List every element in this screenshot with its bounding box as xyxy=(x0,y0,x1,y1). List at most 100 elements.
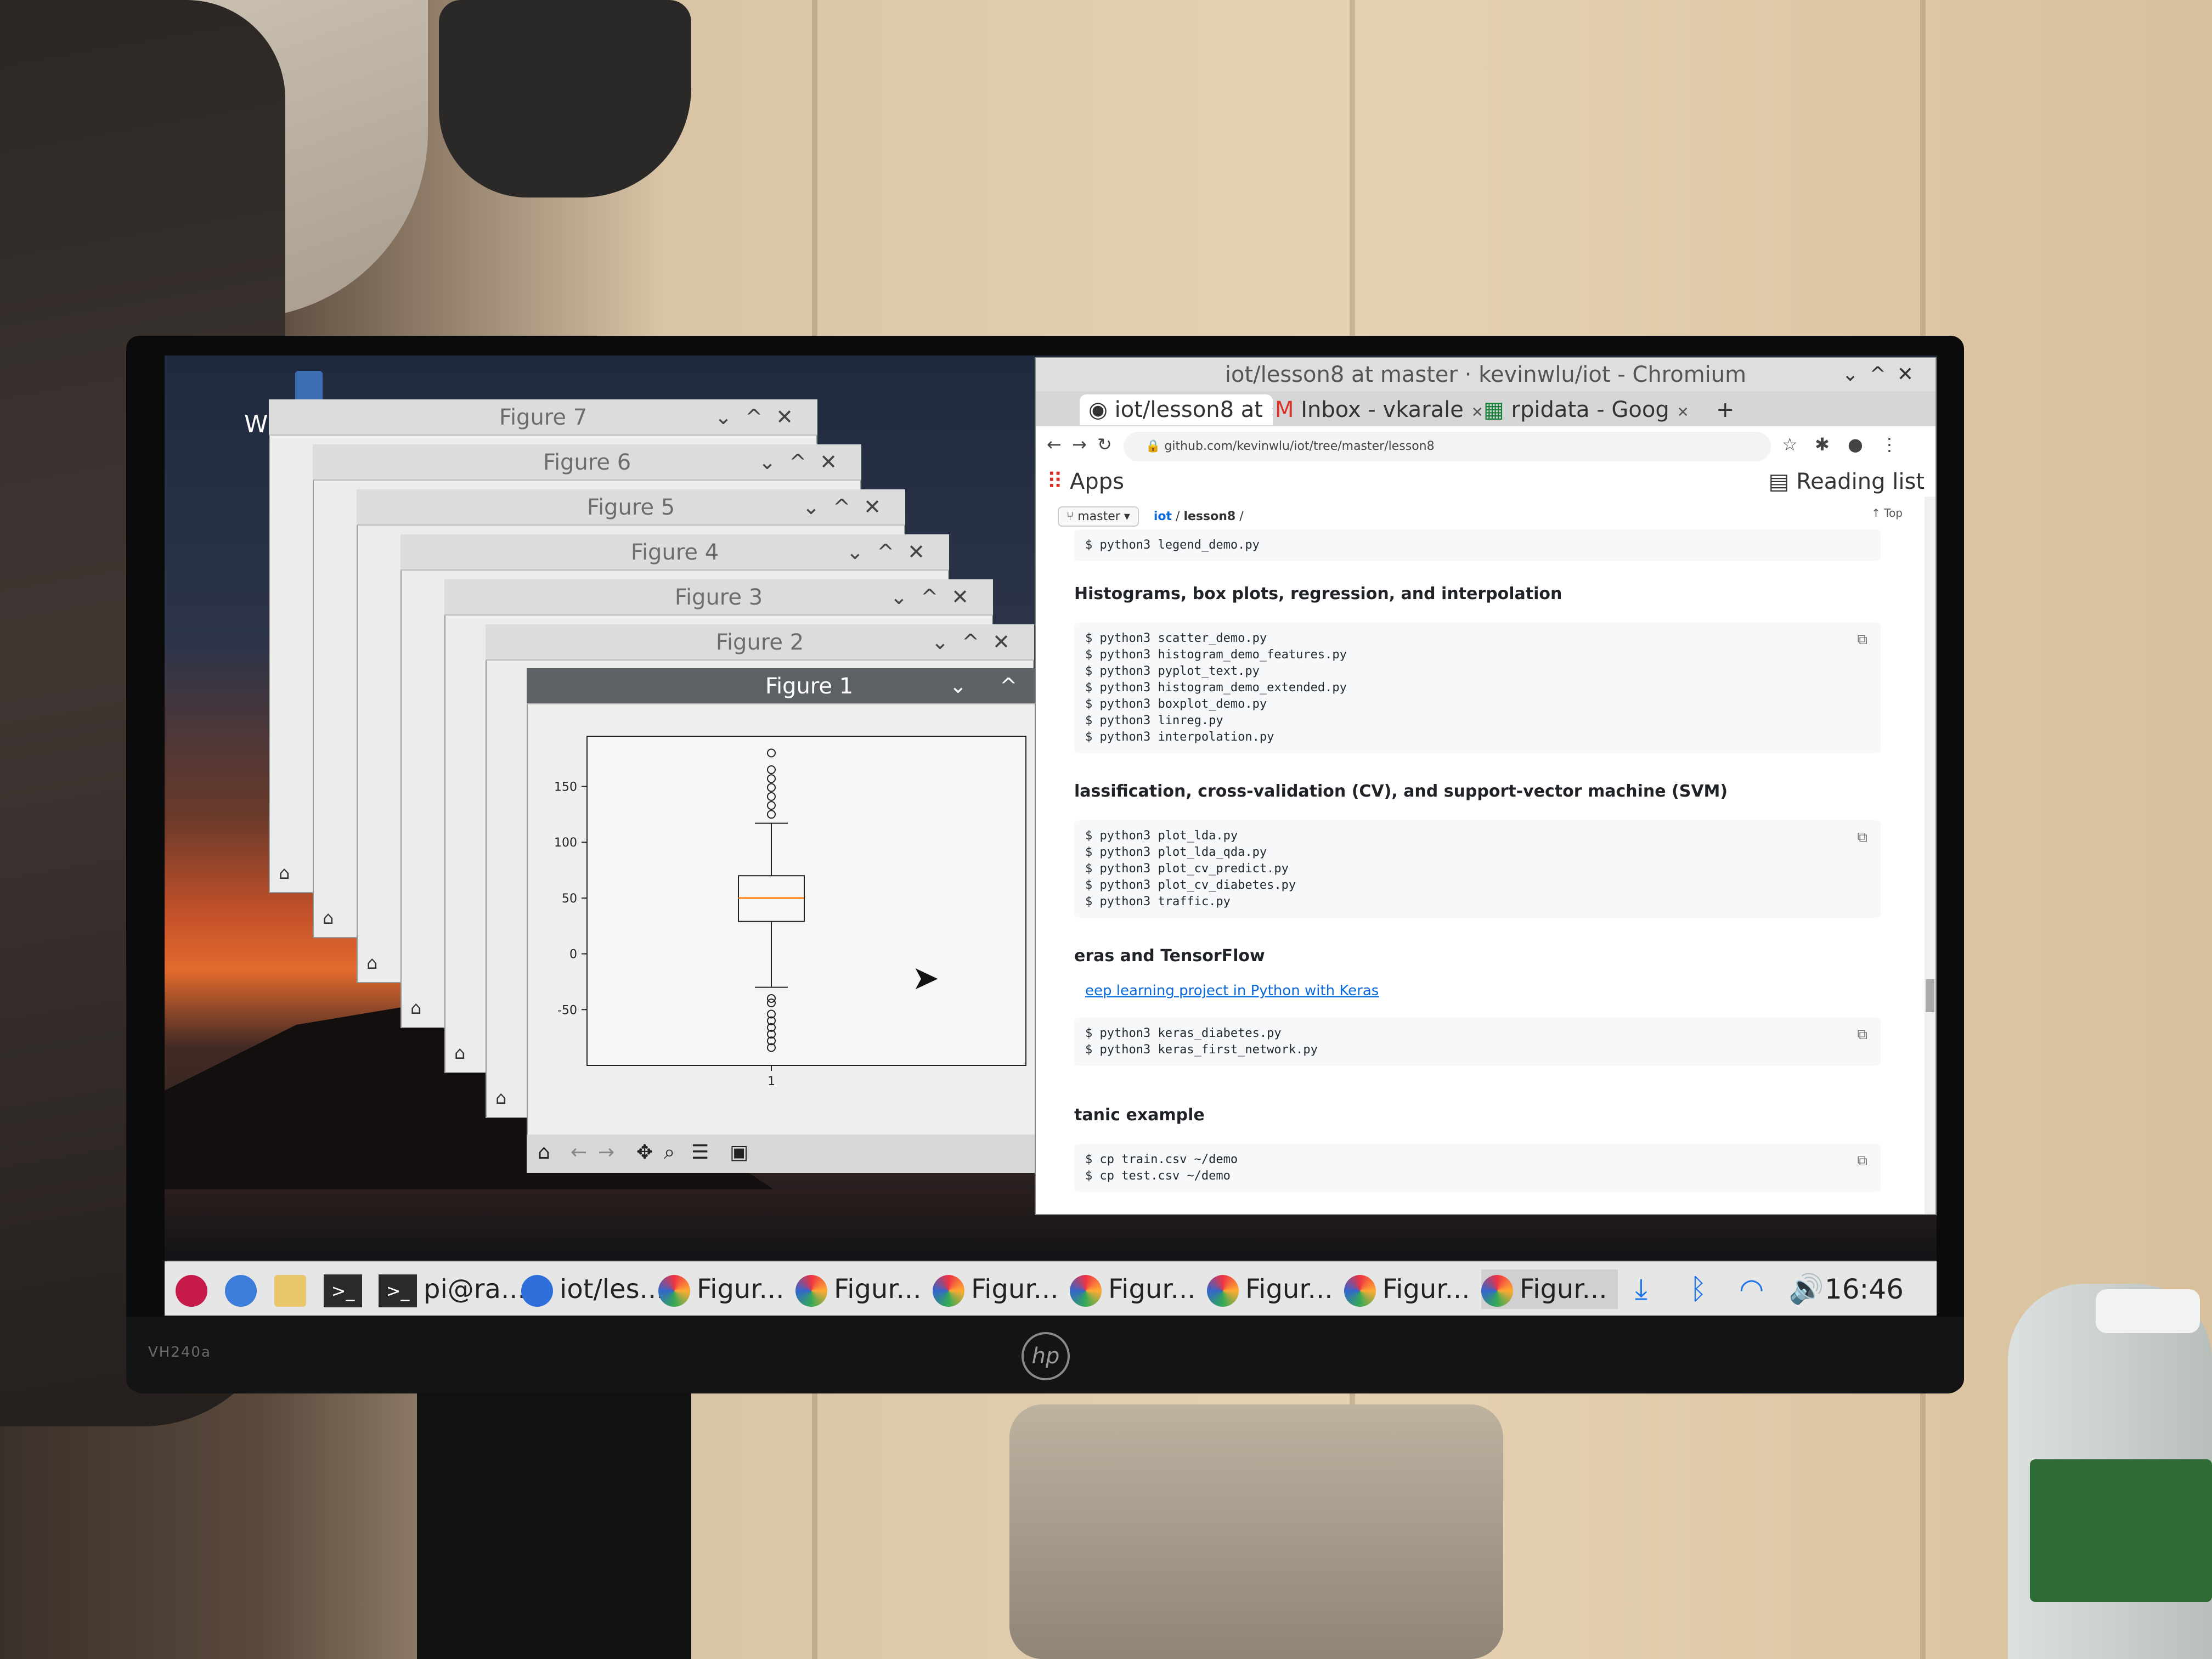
apps-grid-icon: ⠿ xyxy=(1047,469,1070,494)
profile-icon[interactable]: ● xyxy=(1848,434,1863,455)
download-icon[interactable]: ⤓ xyxy=(1635,1269,1647,1309)
tab-github[interactable]: ◉ iot/lesson8 at✕ xyxy=(1080,394,1273,425)
folder-icon xyxy=(274,1275,306,1307)
home-icon[interactable]: ⌂ xyxy=(495,1087,506,1108)
gmail-icon: M xyxy=(1275,397,1301,422)
y-tick-label: 0 xyxy=(569,948,577,962)
branch-selector[interactable]: ⑂ master ▾ xyxy=(1058,506,1139,527)
monitor-arm xyxy=(1009,1404,1503,1659)
code-block: $ python3 keras_diabetes.py $ python3 ke… xyxy=(1074,1018,1881,1066)
window-controls[interactable]: ⌄^✕ xyxy=(802,495,894,519)
home-icon[interactable]: ⌂ xyxy=(410,997,421,1018)
section-heading: lassification, cross-validation (CV), an… xyxy=(1074,782,1728,801)
matplotlib-icon xyxy=(795,1275,827,1307)
window-controls[interactable]: ⌄^✕ xyxy=(714,405,806,429)
taskbar-item-figure[interactable]: Figur... xyxy=(933,1269,1058,1309)
taskbar-item-figure-active[interactable]: Figur... xyxy=(1481,1269,1618,1309)
sheets-icon: ▦ xyxy=(1483,397,1511,422)
taskbar-item-figure[interactable]: Figur... xyxy=(1070,1269,1195,1309)
titlebar[interactable]: Figure 3 ⌄^✕ xyxy=(444,579,993,616)
taskbar-item-figure[interactable]: Figur... xyxy=(1344,1269,1470,1309)
titlebar[interactable]: Figure 5 ⌄^✕ xyxy=(357,489,905,526)
titlebar[interactable]: Figure 7 ⌄^✕ xyxy=(269,399,817,436)
taskbar-item-figure[interactable]: Figur... xyxy=(795,1269,921,1309)
copy-icon[interactable]: ⧉ xyxy=(1857,631,1867,648)
monitor-model: VH240a xyxy=(148,1344,211,1361)
browser-title: iot/lesson8 at master · kevinwlu/iot - C… xyxy=(1036,358,1936,391)
matplotlib-icon xyxy=(1481,1275,1513,1307)
reload-icon[interactable]: ↻ xyxy=(1097,434,1112,455)
taskbar-item-terminal[interactable]: >_ pi@ra... xyxy=(379,1269,526,1309)
apps-bookmark[interactable]: ⠿ Apps xyxy=(1047,469,1124,494)
tab-rpidata[interactable]: ▦ rpidata - Goog ✕ xyxy=(1475,394,1712,425)
home-icon[interactable]: ⌂ xyxy=(454,1042,465,1063)
bluetooth-icon[interactable]: ᛒ xyxy=(1690,1269,1707,1309)
extensions-icon[interactable]: ✱ xyxy=(1815,434,1830,455)
save-icon[interactable]: ▣ xyxy=(730,1141,748,1164)
taskbar-item-chromium[interactable]: iot/les... xyxy=(521,1269,664,1309)
taskbar-item-figure[interactable]: Figur... xyxy=(658,1269,784,1309)
forward-icon[interactable]: → xyxy=(1072,434,1087,455)
zoom-icon[interactable]: ⌕ xyxy=(664,1141,675,1164)
copy-icon[interactable]: ⧉ xyxy=(1857,1153,1867,1170)
reading-list-button[interactable]: ▤ Reading list xyxy=(1769,469,1925,494)
terminal-launcher[interactable]: >_ xyxy=(324,1269,369,1309)
section-heading: eras and TensorFlow xyxy=(1074,946,1265,966)
breadcrumb-repo[interactable]: iot xyxy=(1154,510,1172,523)
titlebar[interactable]: Figure 6 ⌄^✕ xyxy=(313,444,861,481)
home-icon[interactable]: ⌂ xyxy=(323,907,334,928)
pan-icon[interactable]: ✥ xyxy=(636,1141,653,1164)
address-bar[interactable]: 🔒 github.com/kevinwlu/iot/tree/master/le… xyxy=(1124,432,1771,461)
chromium-window[interactable]: iot/lesson8 at master · kevinwlu/iot - C… xyxy=(1036,358,1936,1214)
page-scrollbar[interactable] xyxy=(1925,496,1936,1214)
copy-icon[interactable]: ⧉ xyxy=(1857,1026,1867,1043)
scrollbar-thumb[interactable] xyxy=(1926,979,1934,1012)
copy-icon[interactable]: ⧉ xyxy=(1857,829,1867,846)
taskbar-item-figure[interactable]: Figur... xyxy=(1207,1269,1333,1309)
top-link[interactable]: ↑ Top xyxy=(1871,506,1903,520)
raspberry-icon xyxy=(176,1275,207,1307)
mouse-cursor-icon: ➤ xyxy=(912,959,940,997)
y-tick-label: 150 xyxy=(554,781,577,794)
lock-icon: 🔒 xyxy=(1146,439,1165,453)
terminal-icon: >_ xyxy=(379,1274,417,1307)
window-controls[interactable]: ⌄^✕ xyxy=(846,540,938,564)
wifi-icon[interactable]: ◠ xyxy=(1739,1269,1764,1309)
clock: 16:46 xyxy=(1824,1273,1904,1305)
home-icon[interactable]: ⌂ xyxy=(366,952,377,973)
window-controls[interactable]: ⌄^✕ xyxy=(758,450,850,474)
tab-strip: ◉ iot/lesson8 at✕ M Inbox - vkarale✕ ▦ r… xyxy=(1036,391,1936,426)
titlebar[interactable]: Figure 2 ⌄^✕ xyxy=(486,624,1034,661)
figure-toolbar: ⌂ ← → ✥ ⌕ ☰ ▣ xyxy=(527,1135,1092,1173)
bookmarks-bar: ⠿ Apps ▤ Reading list xyxy=(1036,467,1936,498)
bottle-cap xyxy=(2096,1289,2200,1333)
bookmark-star-icon[interactable]: ☆ xyxy=(1782,434,1798,455)
reading-list-icon: ▤ xyxy=(1768,469,1797,494)
back-icon[interactable]: ← xyxy=(1047,434,1062,455)
browser-launcher[interactable] xyxy=(225,1269,263,1309)
raspberry-menu-button[interactable] xyxy=(176,1269,214,1309)
titlebar[interactable]: Figure 4 ⌄^✕ xyxy=(400,534,949,571)
keras-project-link[interactable]: eep learning project in Python with Kera… xyxy=(1085,983,1379,999)
home-icon[interactable]: ⌂ xyxy=(279,862,290,883)
forward-icon[interactable]: → xyxy=(598,1141,614,1164)
new-tab-button[interactable]: + xyxy=(1716,394,1735,425)
titlebar[interactable]: Figure 1 ⌄ ^ ✕ xyxy=(527,668,1092,704)
window-controls[interactable]: ⌄^✕ xyxy=(1842,358,1925,391)
menu-icon[interactable]: ⋮ xyxy=(1881,434,1898,455)
trash-icon[interactable] xyxy=(295,371,323,404)
window-controls[interactable]: ⌄^✕ xyxy=(890,585,982,609)
back-icon[interactable]: ← xyxy=(571,1141,587,1164)
desktop-screen: W Figure 7 ⌄^✕ ⌂ Figure 6 ⌄^✕ ⌂ Figure 5… xyxy=(165,356,1937,1316)
close-tab-icon[interactable]: ✕ xyxy=(1677,404,1689,421)
github-page: ⑂ master ▾ iot / lesson8 / ↑ Top $ pytho… xyxy=(1036,496,1925,1214)
window-controls[interactable]: ⌄^✕ xyxy=(931,630,1023,654)
tab-inbox[interactable]: M Inbox - vkarale ✕ xyxy=(1266,394,1481,425)
section-heading: tanic example xyxy=(1074,1105,1205,1125)
home-icon[interactable]: ⌂ xyxy=(538,1141,550,1164)
figure-window-1[interactable]: Figure 1 ⌄ ^ ✕ 150 100 50 0 -50 1 ⌂ ← → ✥ ⌕ ☰… xyxy=(527,668,1092,1173)
boxplot-chart: 150 100 50 0 -50 1 xyxy=(554,736,1026,1088)
file-manager-launcher[interactable] xyxy=(274,1269,313,1309)
configure-icon[interactable]: ☰ xyxy=(691,1141,709,1164)
volume-icon[interactable]: 🔊 xyxy=(1788,1269,1824,1309)
